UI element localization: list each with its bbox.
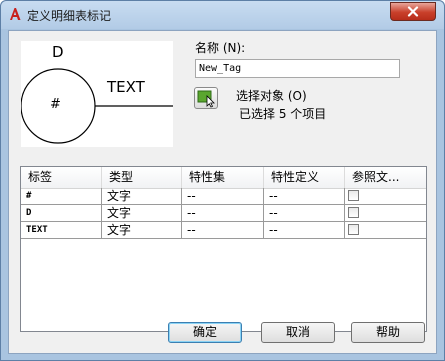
cell-tag: D [21,205,102,222]
dialog-body: D TEXT # 名称 (N): 选择对象 (O) 已选择 5 个项目 标签 类… [8,30,437,354]
cancel-button[interactable]: 取消 [261,322,335,343]
cell-property-definition[interactable]: -- [264,222,345,239]
name-label: 名称 (N): [195,41,246,55]
cell-reference [345,222,426,239]
cell-property-set[interactable]: -- [182,205,264,222]
reference-checkbox[interactable] [348,190,359,201]
reference-checkbox[interactable] [348,224,359,235]
cell-property-definition[interactable]: -- [264,205,345,222]
cell-reference [345,205,426,222]
select-objects-icon [195,90,217,112]
window-title: 定义明细表标记 [27,9,112,23]
name-input[interactable] [195,59,400,78]
cell-tag: # [21,188,102,205]
preview-center-label: # [50,97,61,112]
column-header-property-set[interactable]: 特性集 [182,167,264,188]
table-row[interactable]: TEXT 文字 -- -- [21,222,426,239]
title-bar[interactable]: 定义明细表标记 [1,1,444,29]
cell-property-set[interactable]: -- [182,222,264,239]
cell-tag: TEXT [21,222,102,239]
ok-button[interactable]: 确定 [168,322,242,343]
column-header-reference[interactable]: 参照文... [345,167,426,188]
autocad-a-icon [7,6,23,22]
cell-type[interactable]: 文字 [102,205,182,222]
tag-preview: D TEXT # [21,41,173,147]
dialog-window: 定义明细表标记 D TEXT # 名称 (N): New_Tag 选择对象 (O… [0,0,445,361]
cell-type[interactable]: 文字 [102,222,182,239]
table-header: 标签 类型 特性集 特性定义 参照文... [21,167,426,189]
reference-checkbox[interactable] [348,207,359,218]
close-button[interactable] [390,2,436,21]
help-button[interactable]: 帮助 [351,322,425,343]
column-header-type[interactable]: 类型 [102,167,182,188]
table-row[interactable]: D 文字 -- -- [21,205,426,222]
cell-property-definition[interactable]: -- [264,188,345,205]
select-objects-button[interactable] [194,87,218,109]
cell-type[interactable]: 文字 [102,188,182,205]
attribute-table[interactable]: 标签 类型 特性集 特性定义 参照文... # 文字 -- -- D 文字 --… [20,166,427,332]
preview-top-label: D [52,43,64,61]
column-header-tag[interactable]: 标签 [21,167,102,188]
column-header-property-definition[interactable]: 特性定义 [264,167,345,188]
table-row[interactable]: # 文字 -- -- [21,188,426,205]
close-icon [407,2,419,21]
cell-property-set[interactable]: -- [182,188,264,205]
preview-right-label: TEXT [106,78,146,96]
cell-reference [345,188,426,205]
selection-status: 已选择 5 个项目 [239,107,327,121]
select-objects-label: 选择对象 (O) [236,89,307,103]
